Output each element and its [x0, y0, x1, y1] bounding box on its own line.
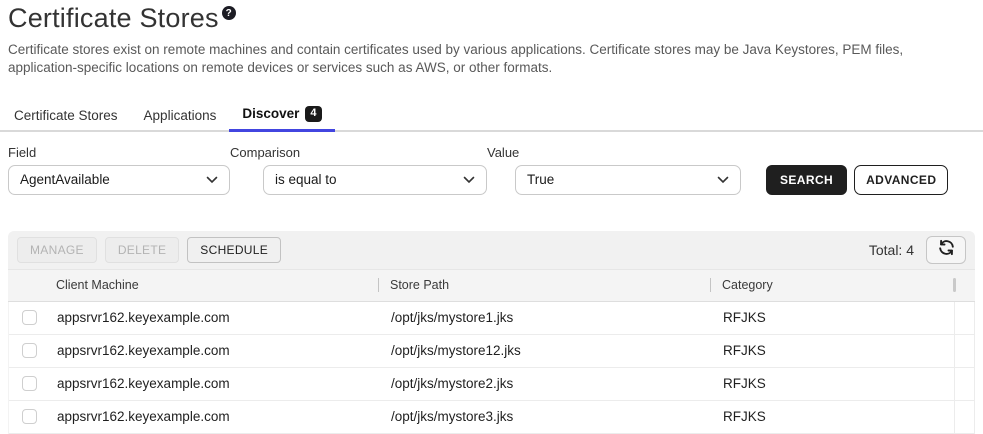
value-select-value: True	[527, 172, 554, 187]
total-count: Total: 4	[869, 242, 914, 258]
tab-discover[interactable]: Discover 4	[229, 100, 334, 131]
cell-store-path: /opt/jks/mystore1.jks	[379, 310, 711, 325]
value-label: Value	[487, 145, 741, 160]
search-filter-bar: Field AgentAvailable Comparison is equal…	[0, 132, 983, 195]
row-gutter	[954, 302, 966, 334]
cell-category: RFJKS	[711, 343, 954, 358]
tab-applications[interactable]: Applications	[131, 100, 230, 131]
advanced-button[interactable]: ADVANCED	[854, 165, 948, 195]
field-select[interactable]: AgentAvailable	[8, 165, 230, 195]
search-button[interactable]: SEARCH	[766, 165, 847, 195]
row-checkbox[interactable]	[22, 343, 37, 358]
chevron-down-icon	[206, 176, 218, 184]
chevron-down-icon	[463, 176, 475, 184]
cell-store-path: /opt/jks/mystore2.jks	[379, 376, 711, 391]
page-description: Certificate stores exist on remote machi…	[8, 41, 946, 77]
field-select-value: AgentAvailable	[20, 172, 110, 187]
tab-label: Applications	[144, 108, 217, 123]
header-gutter	[953, 270, 965, 301]
tab-bar: Certificate Stores Applications Discover…	[0, 100, 983, 131]
refresh-icon	[937, 238, 956, 262]
manage-button[interactable]: MANAGE	[17, 237, 97, 263]
table-body: appsrvr162.keyexample.com /opt/jks/mysto…	[8, 302, 975, 434]
page-header: Certificate Stores ? Certificate stores …	[0, 0, 983, 76]
cell-category: RFJKS	[711, 310, 954, 325]
refresh-button[interactable]	[926, 236, 966, 264]
table-row[interactable]: appsrvr162.keyexample.com /opt/jks/mysto…	[9, 302, 974, 335]
page-title: Certificate Stores	[8, 4, 219, 34]
column-header-client-machine[interactable]: Client Machine	[48, 278, 378, 292]
row-gutter	[954, 368, 966, 400]
column-header-store-path[interactable]: Store Path	[378, 278, 710, 292]
table-header-row: Client Machine Store Path Category	[8, 269, 975, 302]
cell-category: RFJKS	[711, 376, 954, 391]
row-gutter	[954, 335, 966, 367]
table-row[interactable]: appsrvr162.keyexample.com /opt/jks/mysto…	[9, 401, 974, 434]
chevron-down-icon	[717, 176, 729, 184]
tab-count-badge: 4	[305, 106, 321, 121]
tab-label: Discover	[242, 106, 299, 121]
row-checkbox[interactable]	[22, 376, 37, 391]
schedule-button[interactable]: SCHEDULE	[187, 237, 281, 263]
table-row[interactable]: appsrvr162.keyexample.com /opt/jks/mysto…	[9, 335, 974, 368]
cell-client-machine: appsrvr162.keyexample.com	[49, 310, 379, 325]
delete-button[interactable]: DELETE	[105, 237, 179, 263]
field-label: Field	[8, 145, 230, 160]
tab-certificate-stores[interactable]: Certificate Stores	[1, 100, 131, 131]
tab-label: Certificate Stores	[14, 108, 118, 123]
row-checkbox[interactable]	[22, 310, 37, 325]
value-select[interactable]: True	[515, 165, 741, 195]
help-icon[interactable]: ?	[222, 6, 236, 20]
comparison-select-value: is equal to	[275, 172, 337, 187]
cell-client-machine: appsrvr162.keyexample.com	[49, 343, 379, 358]
cell-store-path: /opt/jks/mystore12.jks	[379, 343, 711, 358]
table-row[interactable]: appsrvr162.keyexample.com /opt/jks/mysto…	[9, 368, 974, 401]
discover-results-grid: MANAGE DELETE SCHEDULE Total: 4	[8, 231, 975, 434]
grid-toolbar: MANAGE DELETE SCHEDULE Total: 4	[8, 231, 975, 269]
comparison-label: Comparison	[230, 145, 487, 160]
certificate-stores-page: Certificate Stores ? Certificate stores …	[0, 0, 983, 417]
cell-client-machine: appsrvr162.keyexample.com	[49, 376, 379, 391]
column-header-category[interactable]: Category	[710, 278, 953, 292]
comparison-select[interactable]: is equal to	[263, 165, 487, 195]
